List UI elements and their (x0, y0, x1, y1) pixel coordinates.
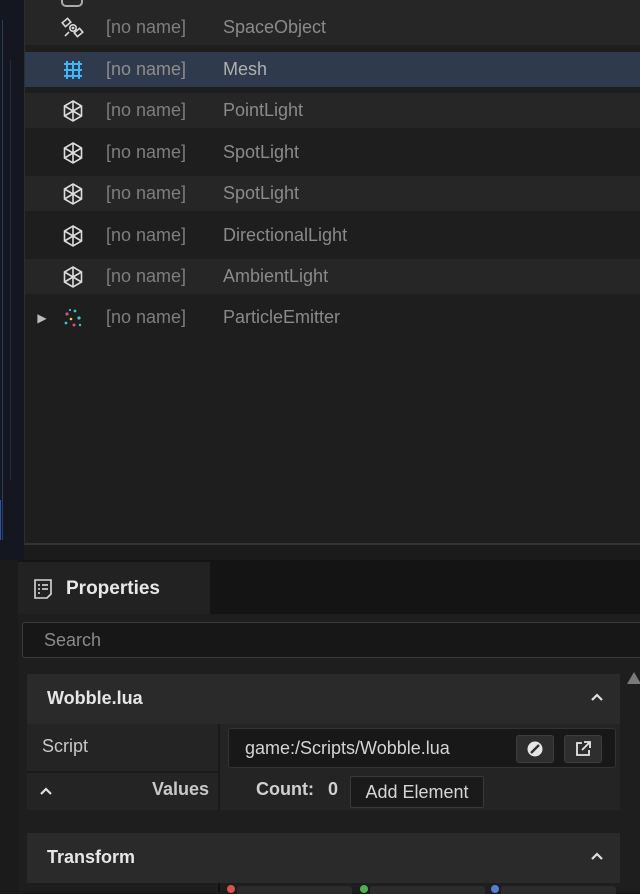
particle-emitter-icon (61, 306, 85, 330)
values-collapse-chevron-icon[interactable] (37, 782, 55, 800)
component-title: Transform (47, 847, 136, 867)
properties-tab-bar: Properties (18, 560, 640, 614)
tree-row-mesh[interactable]: [no name] Mesh (25, 52, 640, 87)
position-z-field[interactable] (501, 886, 616, 894)
tree-row-particleemitter[interactable]: ▶ [no name] ParticleEmitter (25, 300, 640, 335)
search-input[interactable] (23, 623, 640, 657)
node-name: [no name] (106, 100, 187, 120)
clear-script-button[interactable] (516, 735, 554, 763)
transform-fields-partial (27, 883, 620, 894)
node-type: ParticleEmitter (223, 307, 341, 327)
light-node-icon (61, 224, 85, 248)
node-type: SpaceObject (223, 17, 327, 37)
position-y-field[interactable] (370, 886, 485, 894)
tree-row-directionallight[interactable]: [no name] DirectionalLight (25, 218, 640, 253)
node-name: [no name] (106, 183, 187, 203)
tab-properties[interactable]: Properties (18, 562, 210, 614)
node-name: [no name] (106, 225, 187, 245)
script-path-field[interactable]: game:/Scripts/Wobble.lua (228, 728, 616, 768)
tree-row-spotlight[interactable]: [no name] SpotLight (25, 176, 640, 211)
node-name: [no name] (106, 266, 187, 286)
script-path-value: game:/Scripts/Wobble.lua (245, 738, 450, 758)
tree-row-spotlight[interactable]: [no name] SpotLight (25, 135, 640, 170)
scroll-up-arrow-icon[interactable] (627, 672, 640, 684)
node-type: SpotLight (223, 142, 300, 162)
viewport-edge (0, 0, 24, 560)
mesh-icon (61, 58, 85, 82)
node-name: [no name] (106, 142, 187, 162)
light-node-icon (61, 265, 85, 289)
script-label: Script (42, 736, 89, 756)
light-node-icon (61, 99, 85, 123)
script-component-body: Script game:/Scripts/Wobble.lua Values C… (27, 724, 620, 810)
tree-row-ambientlight[interactable]: [no name] AmbientLight (25, 259, 640, 294)
node-type: AmbientLight (223, 266, 329, 286)
tree-row-spaceobject[interactable]: [no name] SpaceObject (25, 10, 640, 45)
light-node-icon (61, 182, 85, 206)
collapse-chevron-icon[interactable] (584, 843, 610, 869)
add-element-button[interactable]: Add Element (350, 776, 484, 808)
properties-search-field[interactable] (22, 622, 640, 658)
component-title: Wobble.lua (47, 688, 143, 708)
satellite-icon (61, 16, 85, 40)
open-script-button[interactable] (564, 735, 602, 763)
node-type: SpotLight (223, 183, 300, 203)
tab-properties-label: Properties (66, 578, 160, 599)
transform-component-header[interactable]: Transform (27, 833, 620, 883)
position-x-field[interactable] (237, 886, 352, 894)
node-type: PointLight (223, 100, 304, 120)
node-type: Mesh (223, 59, 268, 79)
node-name: [no name] (106, 307, 187, 327)
scene-tree-top-row[interactable] (25, 0, 640, 10)
reset-icon (527, 741, 543, 757)
expand-arrow-icon[interactable]: ▶ (37, 311, 47, 325)
values-label: Values (152, 779, 210, 799)
external-link-icon (576, 741, 591, 756)
script-component-header[interactable]: Wobble.lua (27, 674, 620, 724)
count-value: 0 (328, 779, 339, 799)
node-type: DirectionalLight (223, 225, 348, 245)
node-name: [no name] (106, 17, 187, 37)
properties-icon (32, 578, 54, 600)
tree-row-pointlight[interactable]: [no name] PointLight (25, 93, 640, 128)
light-node-icon (61, 141, 85, 165)
count-label: Count: (256, 779, 314, 799)
scene-tree-panel: [no name] SpaceObject [no name] Mesh [no… (24, 0, 640, 545)
collapse-chevron-icon[interactable] (584, 684, 610, 710)
node-name: [no name] (106, 59, 187, 79)
